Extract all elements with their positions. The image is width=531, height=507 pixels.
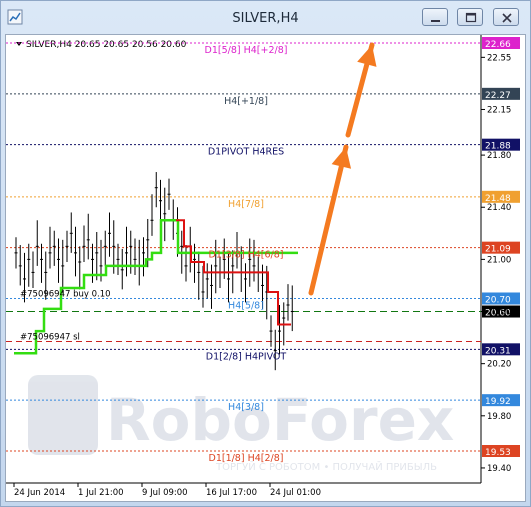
price-tag-label: 22.27 [485, 91, 511, 101]
y-tick-label: 19.80 [487, 412, 511, 422]
close-button[interactable] [493, 8, 519, 26]
forecast-arrow [308, 42, 377, 296]
y-tick-label: 20.60 [487, 308, 511, 318]
y-tick-label: 21.80 [487, 151, 511, 161]
x-tick-label: 1 Jul 21:00 [78, 488, 124, 498]
restore-icon [465, 12, 477, 23]
level-label: H4[+1/8] [224, 96, 268, 107]
price-tag-label: 20.31 [485, 346, 511, 356]
order-label: #75096947 buy 0.10 [20, 289, 111, 299]
price-tag-label: 19.53 [485, 448, 511, 458]
y-tick-label: 22.15 [487, 105, 511, 115]
window-title: SILVER,H4 [232, 11, 299, 26]
chart-area[interactable]: RoboForex ТОРГУЙ С РОБОТОМ • ПОЛУЧАЙ ПРИ… [5, 34, 526, 502]
price-tag-label: 19.92 [485, 397, 511, 407]
time-axis: 24 Jun 2014 1 Jul 21:00 9 Jul 09:00 16 Jul … [13, 483, 321, 498]
level-label: H4[3/8] [228, 402, 264, 413]
arrow-head-icon [331, 147, 352, 169]
y-tick-label: 19.40 [487, 464, 511, 474]
level-label: D1[1/8] H4[2/8] [209, 453, 284, 464]
price-axis: 22.55 22.15 21.80 21.40 21.00 20.60 20.20 19.80… [481, 53, 511, 474]
level-label: H4[5/8] [228, 300, 264, 311]
y-tick-label: 22.55 [487, 53, 511, 63]
title-bar[interactable]: SILVER,H4 [1, 1, 530, 34]
order-label: #75096947 sl [20, 333, 80, 343]
price-tag-label: 22.66 [485, 40, 511, 50]
chart-window: SILVER,H4 RoboForex ТОРГУЙ С РОБОТОМ • П… [0, 0, 531, 507]
level-label: D1[5/8] H4[+2/8] [205, 45, 288, 56]
price-chart[interactable]: RoboForex ТОРГУЙ С РОБОТОМ • ПОЛУЧАЙ ПРИ… [6, 35, 525, 501]
y-tick-label: 21.00 [487, 255, 511, 265]
y-tick-label: 21.40 [487, 203, 511, 213]
level-label: D1[2/8] H4PIVOT [206, 351, 287, 362]
y-tick-label: 20.20 [487, 360, 511, 370]
chart-header-ohlc: SILVER,H4 20.65 20.65 20.56 20.60 [26, 40, 187, 50]
arrow-shaft [308, 144, 349, 296]
watermark-text: RoboForex [106, 386, 454, 454]
x-tick-label: 24 Jul 01:00 [270, 488, 321, 498]
minimize-icon [431, 20, 440, 22]
minimize-button[interactable] [422, 8, 448, 26]
close-icon [502, 13, 512, 23]
x-tick-label: 24 Jun 2014 [14, 488, 65, 498]
level-label: H4[7/8] [228, 199, 264, 210]
level-label: D1PIVOT H4RES [208, 147, 284, 158]
price-tag-label: 20.70 [485, 295, 511, 305]
x-tick-label: 9 Jul 09:00 [142, 488, 188, 498]
price-tag-label: 21.09 [485, 245, 511, 255]
x-tick-label: 16 Jul 17:00 [206, 488, 257, 498]
level-label: D1[3/8] H4[6/8] [209, 250, 284, 261]
maximize-button[interactable] [457, 8, 483, 26]
